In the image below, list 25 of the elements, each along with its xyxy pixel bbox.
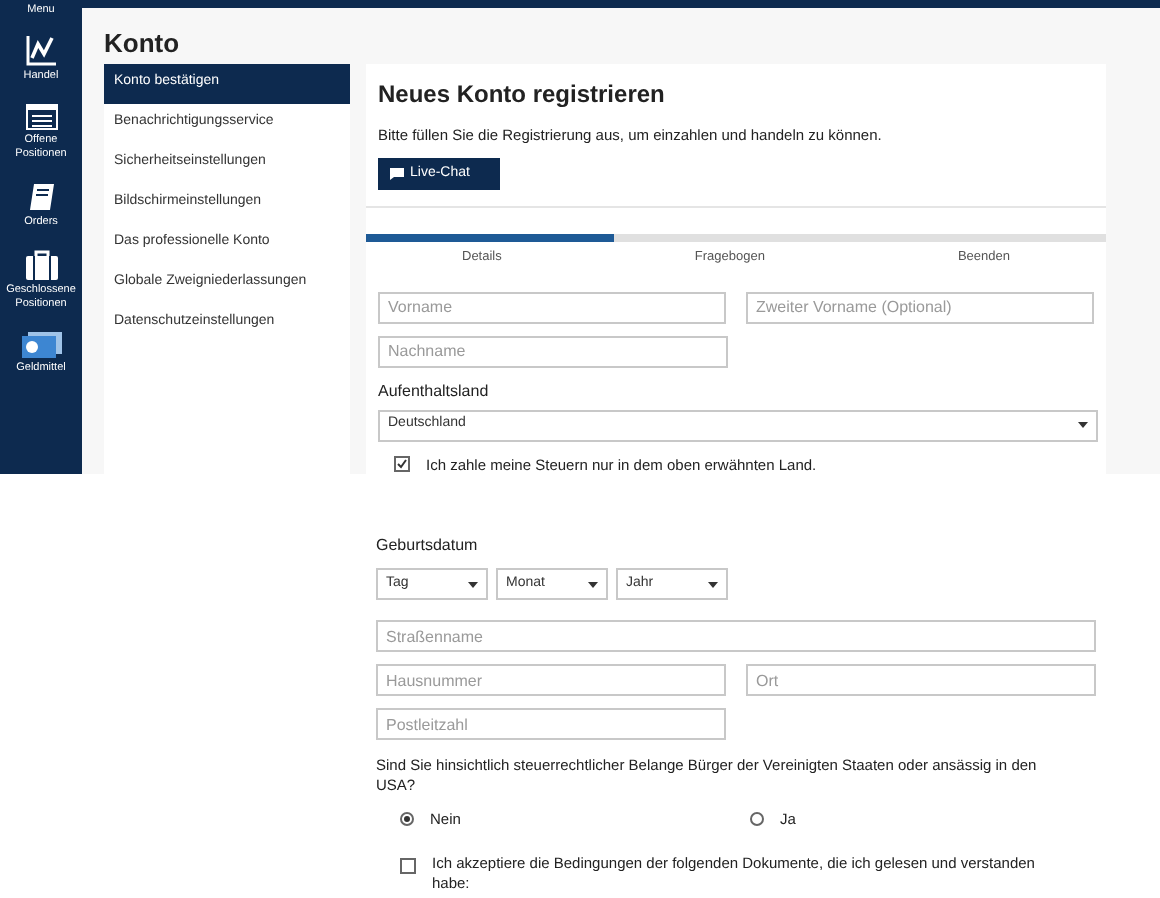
text-field[interactable]: Hausnummer bbox=[376, 664, 726, 696]
briefcase-icon bbox=[25, 250, 57, 280]
field-label: Geburtsdatum bbox=[376, 534, 480, 558]
caret-icon bbox=[468, 581, 478, 587]
list-icon bbox=[25, 104, 57, 130]
text-field[interactable]: Zweiter Vorname (Optional) bbox=[746, 291, 1094, 323]
text-field[interactable]: Vorname bbox=[378, 291, 726, 323]
checkbox[interactable] bbox=[394, 456, 410, 473]
text-field[interactable]: Ort bbox=[746, 664, 1096, 696]
checkbox[interactable] bbox=[400, 858, 416, 875]
page-title: Konto bbox=[102, 26, 182, 62]
caret-icon bbox=[708, 581, 718, 587]
form-title: Neues Konto registrieren bbox=[378, 77, 667, 111]
text-field[interactable]: Straßenname bbox=[376, 620, 1096, 652]
field-label: Aufenthaltsland bbox=[378, 379, 491, 403]
line-chart-icon bbox=[25, 34, 57, 66]
text-field[interactable]: Postleitzahl bbox=[376, 708, 726, 740]
chat-icon bbox=[390, 167, 404, 180]
caret-icon bbox=[588, 581, 598, 587]
caret-icon bbox=[1078, 422, 1088, 428]
radio-button[interactable] bbox=[750, 812, 764, 827]
book-icon bbox=[27, 182, 55, 212]
money-icon bbox=[21, 332, 61, 358]
text-field[interactable]: Nachname bbox=[378, 335, 728, 367]
radio-button[interactable] bbox=[400, 812, 414, 827]
